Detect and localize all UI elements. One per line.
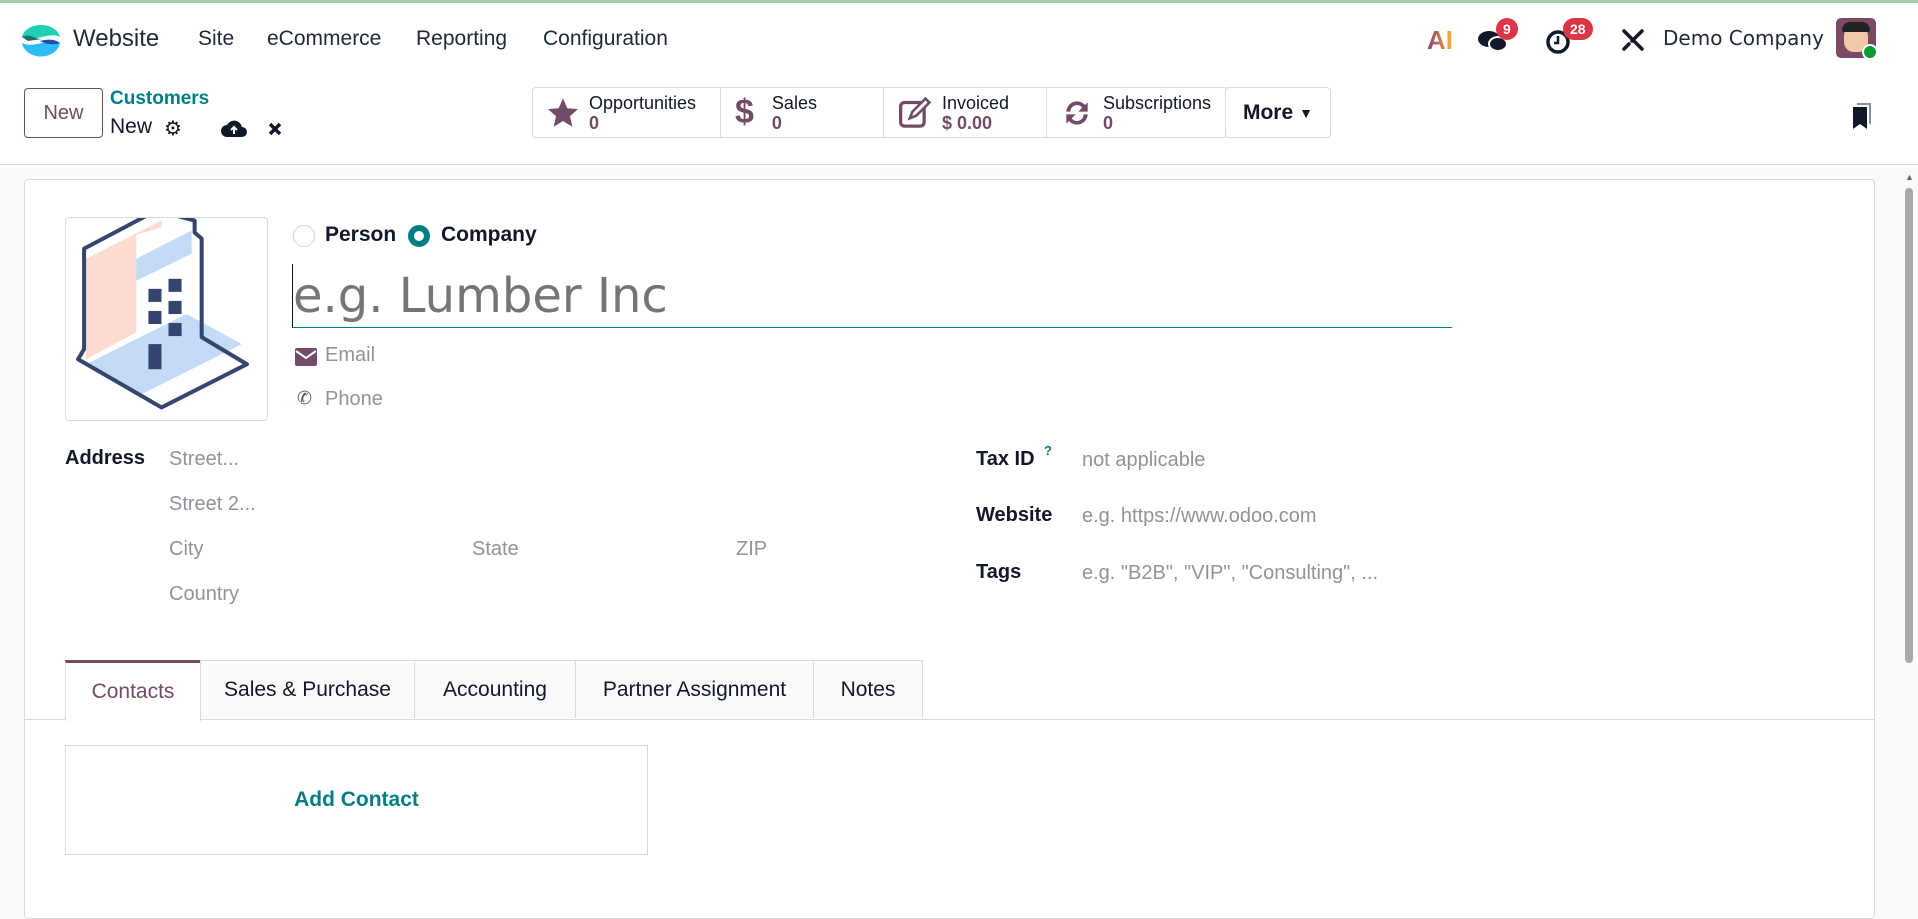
radio-company[interactable] bbox=[408, 225, 430, 247]
scroll-up-icon[interactable]: ▲ bbox=[1905, 172, 1914, 182]
stat-value: 0 bbox=[589, 112, 600, 133]
taxid-label: Tax ID bbox=[976, 448, 1035, 470]
stat-value: 0 bbox=[771, 112, 782, 133]
building-icon bbox=[76, 208, 249, 410]
edit-icon bbox=[898, 96, 932, 128]
stat-label: Invoiced bbox=[942, 92, 1010, 113]
messages-badge: 9 bbox=[1496, 18, 1518, 40]
tab-notes[interactable]: Notes bbox=[813, 660, 923, 718]
stat-opportunities[interactable]: Opportunities 0 bbox=[533, 88, 721, 137]
help-tooltip-icon[interactable]: ? bbox=[1044, 443, 1052, 458]
company-image[interactable] bbox=[65, 208, 268, 421]
dollar-icon: $ bbox=[735, 93, 754, 131]
stat-label: Subscriptions bbox=[1103, 92, 1212, 113]
stat-label: Opportunities bbox=[589, 92, 697, 113]
tools-icon[interactable] bbox=[1620, 27, 1646, 53]
app-name[interactable]: Website bbox=[73, 25, 159, 53]
company-switcher[interactable]: Demo Company bbox=[1663, 26, 1824, 50]
stat-sales[interactable]: $ Sales 0 bbox=[721, 88, 884, 137]
menu-ecommerce[interactable]: eCommerce bbox=[267, 27, 381, 51]
bookmark-icon[interactable] bbox=[1851, 101, 1873, 131]
ai-icon[interactable]: AI bbox=[1427, 25, 1453, 56]
phone-input[interactable]: Phone bbox=[325, 388, 383, 411]
user-avatar[interactable] bbox=[1836, 18, 1878, 60]
tab-sales-purchase[interactable]: Sales & Purchase bbox=[200, 660, 415, 718]
envelope-icon bbox=[295, 348, 317, 366]
breadcrumb-current: New bbox=[110, 115, 153, 138]
stat-invoiced[interactable]: Invoiced $ 0.00 bbox=[884, 88, 1047, 137]
website-label: Website bbox=[976, 504, 1053, 526]
caret-down-icon: ▼ bbox=[1299, 104, 1314, 121]
website-app-logo[interactable] bbox=[20, 19, 62, 61]
radio-company-label[interactable]: Company bbox=[441, 223, 537, 247]
company-name-input[interactable] bbox=[292, 264, 1452, 328]
add-contact-button[interactable]: Add Contact bbox=[65, 745, 648, 855]
state-input[interactable]: State bbox=[472, 538, 519, 561]
address-label: Address bbox=[65, 447, 146, 469]
scrollbar[interactable]: ▲ bbox=[1903, 170, 1915, 898]
more-button[interactable]: More ▼ bbox=[1225, 87, 1331, 138]
gear-icon[interactable]: ⚙ bbox=[164, 116, 182, 141]
more-label: More bbox=[1242, 100, 1294, 124]
city-input[interactable]: City bbox=[169, 538, 203, 561]
discard-icon[interactable] bbox=[267, 121, 283, 137]
street-input[interactable]: Street... bbox=[169, 448, 239, 471]
control-panel: New Customers New ⚙ Opportunities 0 $ Sal… bbox=[0, 78, 1918, 165]
stat-value: 0 bbox=[1103, 112, 1114, 133]
tab-partner-assignment[interactable]: Partner Assignment bbox=[575, 660, 814, 718]
scrollbar-thumb[interactable] bbox=[1905, 188, 1913, 663]
taxid-input[interactable]: not applicable bbox=[1082, 449, 1205, 472]
menu-configuration[interactable]: Configuration bbox=[543, 27, 668, 51]
stat-buttons: Opportunities 0 $ Sales 0 Invoiced $ 0.00 S… bbox=[532, 87, 1228, 138]
refresh-icon bbox=[1066, 100, 1088, 125]
form-sheet: Person Company Email ✆ Phone Address Str… bbox=[24, 179, 1875, 919]
radio-person-label[interactable]: Person bbox=[325, 223, 396, 247]
stat-value: $ 0.00 bbox=[942, 112, 993, 133]
website-input[interactable]: e.g. https://www.odoo.com bbox=[1082, 505, 1317, 528]
online-status-icon bbox=[1862, 44, 1878, 60]
tab-bar: Contacts Sales & Purchase Accounting Par… bbox=[25, 660, 1874, 721]
stat-subscriptions[interactable]: Subscriptions 0 bbox=[1047, 88, 1227, 137]
tab-contacts[interactable]: Contacts bbox=[65, 660, 201, 721]
email-input[interactable]: Email bbox=[325, 344, 375, 367]
tags-input[interactable]: e.g. "B2B", "VIP", "Consulting", ... bbox=[1082, 562, 1378, 585]
activities-badge: 28 bbox=[1563, 18, 1593, 40]
tab-accounting[interactable]: Accounting bbox=[414, 660, 576, 718]
radio-person[interactable] bbox=[293, 225, 315, 247]
menu-site[interactable]: Site bbox=[198, 27, 234, 51]
country-input[interactable]: Country bbox=[169, 583, 239, 606]
breadcrumb-customers[interactable]: Customers bbox=[110, 88, 209, 110]
tags-label: Tags bbox=[976, 561, 1022, 583]
star-icon bbox=[548, 97, 578, 127]
menu-reporting[interactable]: Reporting bbox=[416, 27, 507, 51]
phone-icon: ✆ bbox=[297, 388, 313, 408]
cloud-upload-icon[interactable] bbox=[221, 118, 247, 138]
street2-input[interactable]: Street 2... bbox=[169, 493, 256, 516]
navbar: Website Site eCommerce Reporting Configu… bbox=[0, 3, 1918, 78]
stat-label: Sales bbox=[771, 92, 817, 113]
new-button[interactable]: New bbox=[24, 88, 103, 138]
zip-input[interactable]: ZIP bbox=[736, 538, 767, 561]
